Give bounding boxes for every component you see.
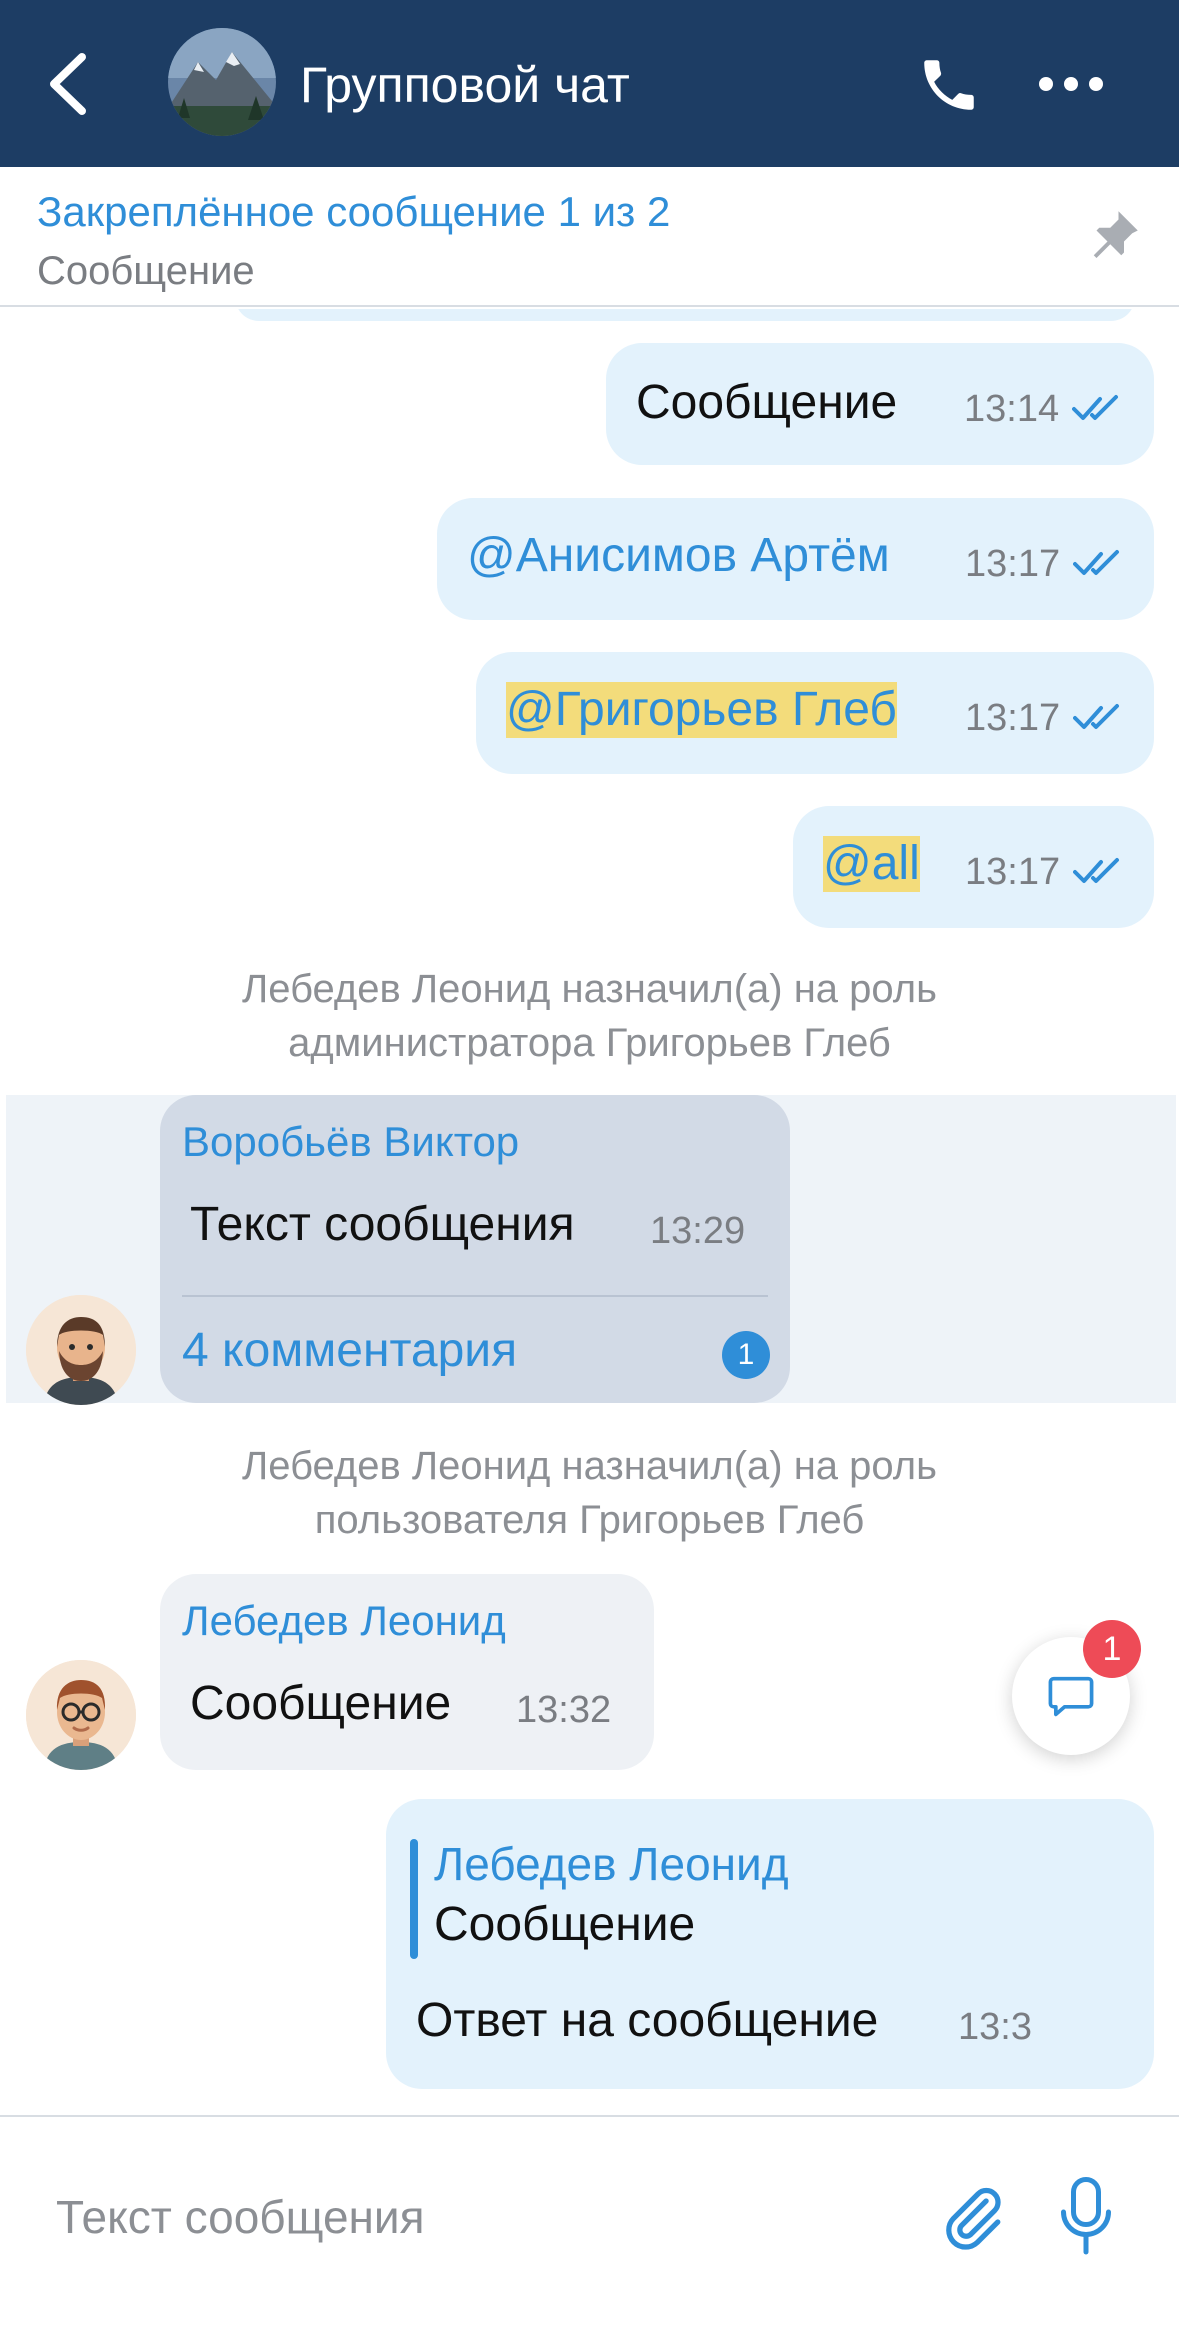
divider (182, 1295, 768, 1297)
chat-title[interactable]: Групповой чат (300, 56, 630, 114)
paperclip-icon (946, 2187, 1001, 2250)
message-text: @Анисимов Артём (467, 529, 890, 582)
double-check-icon (1073, 550, 1119, 575)
microphone-button[interactable] (1056, 2173, 1116, 2261)
phone-icon (924, 60, 974, 110)
system-message: Лебедев Леонид назначил(а) на роль админ… (0, 962, 1179, 1070)
system-line: пользователя Григорьев Глеб (314, 1498, 865, 1542)
reply-message[interactable]: Лебедев Леонид Сообщение Ответ на сообще… (386, 1799, 1154, 2089)
quote-sender[interactable]: Лебедев Леонид (434, 1837, 789, 1891)
message-text: Текст сообщения (190, 1198, 575, 1251)
message-text: Ответ на сообщение (416, 1994, 879, 2047)
avatar[interactable] (26, 1660, 136, 1770)
more-button[interactable] (1036, 64, 1106, 104)
outgoing-message[interactable]: @Анисимов Артём 13:17 (437, 498, 1154, 620)
message-time: 13:17 (965, 697, 1061, 739)
call-button[interactable] (916, 52, 982, 118)
chat-bubble-icon (1048, 1676, 1094, 1717)
message-time: 13:3 (958, 2006, 1032, 2048)
chat-header: Групповой чат (0, 0, 1179, 167)
message-input[interactable] (56, 2177, 876, 2257)
double-check-icon (1073, 858, 1119, 883)
message-text: Сообщение (636, 376, 898, 429)
quote-text: Сообщение (434, 1898, 696, 1951)
system-line: администратора Григорьев Глеб (288, 1021, 891, 1065)
unread-badge: 1 (722, 1331, 770, 1379)
more-dots-icon (1039, 77, 1103, 91)
message-time: 13:14 (964, 388, 1060, 430)
message-text: @Григорьев Глеб (506, 682, 897, 738)
chevron-left-icon (50, 53, 86, 115)
double-check-icon (1072, 395, 1118, 420)
pinned-text: Сообщение (37, 249, 255, 293)
message-time: 13:17 (965, 543, 1061, 585)
pin-icon[interactable] (1080, 203, 1146, 269)
double-check-icon (1073, 704, 1119, 729)
message-text: @all (823, 836, 920, 892)
message-time: 13:17 (965, 851, 1061, 893)
microphone-icon (1061, 2177, 1111, 2255)
incoming-message[interactable]: Лебедев Леонид Сообщение 13:32 (160, 1574, 654, 1770)
comments-link[interactable]: 4 комментария (182, 1323, 517, 1379)
thread-message[interactable]: Воробьёв Виктор Текст сообщения 13:29 4 … (160, 1095, 790, 1403)
sender-name[interactable]: Лебедев Леонид (182, 1596, 506, 1646)
man-glasses-avatar-icon (26, 1660, 136, 1770)
mountain-image (168, 28, 276, 136)
avatar[interactable] (26, 1295, 136, 1405)
sender-name[interactable]: Воробьёв Виктор (182, 1117, 519, 1167)
outgoing-message[interactable]: Сообщение 13:14 (606, 343, 1154, 465)
message-composer (0, 2115, 1179, 2336)
bearded-man-avatar-icon (26, 1295, 136, 1405)
quote-bar (410, 1839, 418, 1959)
pinned-title: Закреплённое сообщение 1 из 2 (37, 188, 671, 235)
outgoing-message[interactable]: @Григорьев Глеб 13:17 (476, 652, 1154, 774)
back-button[interactable] (36, 45, 102, 123)
chat-avatar[interactable] (168, 28, 276, 136)
attach-button[interactable] (938, 2177, 1008, 2257)
message-time: 13:32 (516, 1689, 612, 1731)
outgoing-message[interactable]: @all 13:17 (793, 806, 1154, 928)
system-line: Лебедев Леонид назначил(а) на роль (242, 967, 937, 1011)
chat-messages[interactable]: Сообщение 13:14 @Анисимов Артём 13:17 @Г… (0, 309, 1179, 2115)
system-message: Лебедев Леонид назначил(а) на роль польз… (0, 1439, 1179, 1547)
fab-badge: 1 (1083, 1620, 1141, 1678)
system-line: Лебедев Леонид назначил(а) на роль (242, 1444, 937, 1488)
previous-bubble-edge (235, 309, 1135, 321)
message-time: 13:29 (650, 1210, 746, 1252)
message-text: Сообщение (190, 1677, 452, 1730)
pinned-message-bar[interactable]: Закреплённое сообщение 1 из 2 Сообщение (0, 167, 1179, 307)
